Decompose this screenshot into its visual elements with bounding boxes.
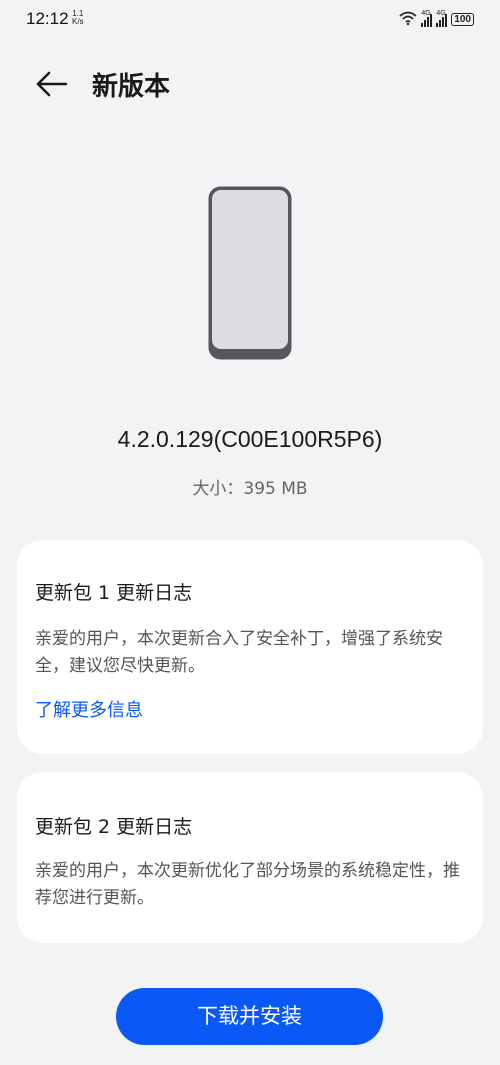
network-speed: 1.1 K/s bbox=[72, 10, 84, 26]
status-icons: 4G 4G 100 bbox=[399, 10, 474, 29]
version-number: 4.2.0.129(C00E100R5P6) bbox=[117, 426, 383, 452]
wifi-icon bbox=[399, 10, 417, 29]
back-arrow-icon[interactable] bbox=[32, 66, 72, 102]
phone-icon bbox=[207, 185, 293, 361]
header: 新版本 bbox=[0, 62, 500, 106]
status-time: 12:12 bbox=[26, 9, 69, 28]
network-type-label: 4G bbox=[421, 9, 431, 17]
network-type-label-2: 4G bbox=[436, 9, 446, 17]
download-install-button[interactable]: 下载并安装 bbox=[116, 988, 383, 1045]
changelog-card-1: 更新包 1 更新日志 亲爱的用户，本次更新合入了安全补丁，增强了系统安全，建议您… bbox=[17, 540, 483, 754]
changelog-title: 更新包 1 更新日志 bbox=[35, 582, 193, 604]
changelog-body: 亲爱的用户，本次更新合入了安全补丁，增强了系统安全，建议您尽快更新。 bbox=[35, 629, 443, 676]
status-bar: 12:12 1.1 K/s 4G 4G 100 bbox=[0, 0, 500, 40]
cellular-signal-icon: 4G bbox=[421, 9, 433, 27]
package-size: 大小：395 MB bbox=[192, 479, 308, 499]
battery-icon: 100 bbox=[451, 13, 474, 26]
page-title: 新版本 bbox=[92, 72, 171, 102]
network-speed-unit: K/s bbox=[72, 17, 84, 26]
learn-more-link[interactable]: 了解更多信息 bbox=[35, 696, 143, 722]
changelog-body: 亲爱的用户，本次更新优化了部分场景的系统稳定性，推荐您进行更新。 bbox=[35, 861, 460, 908]
changelog-title: 更新包 2 更新日志 bbox=[35, 816, 193, 838]
cellular-signal-icon-2: 4G bbox=[436, 9, 448, 27]
changelog-card-2: 更新包 2 更新日志 亲爱的用户，本次更新优化了部分场景的系统稳定性，推荐您进行… bbox=[17, 772, 483, 943]
